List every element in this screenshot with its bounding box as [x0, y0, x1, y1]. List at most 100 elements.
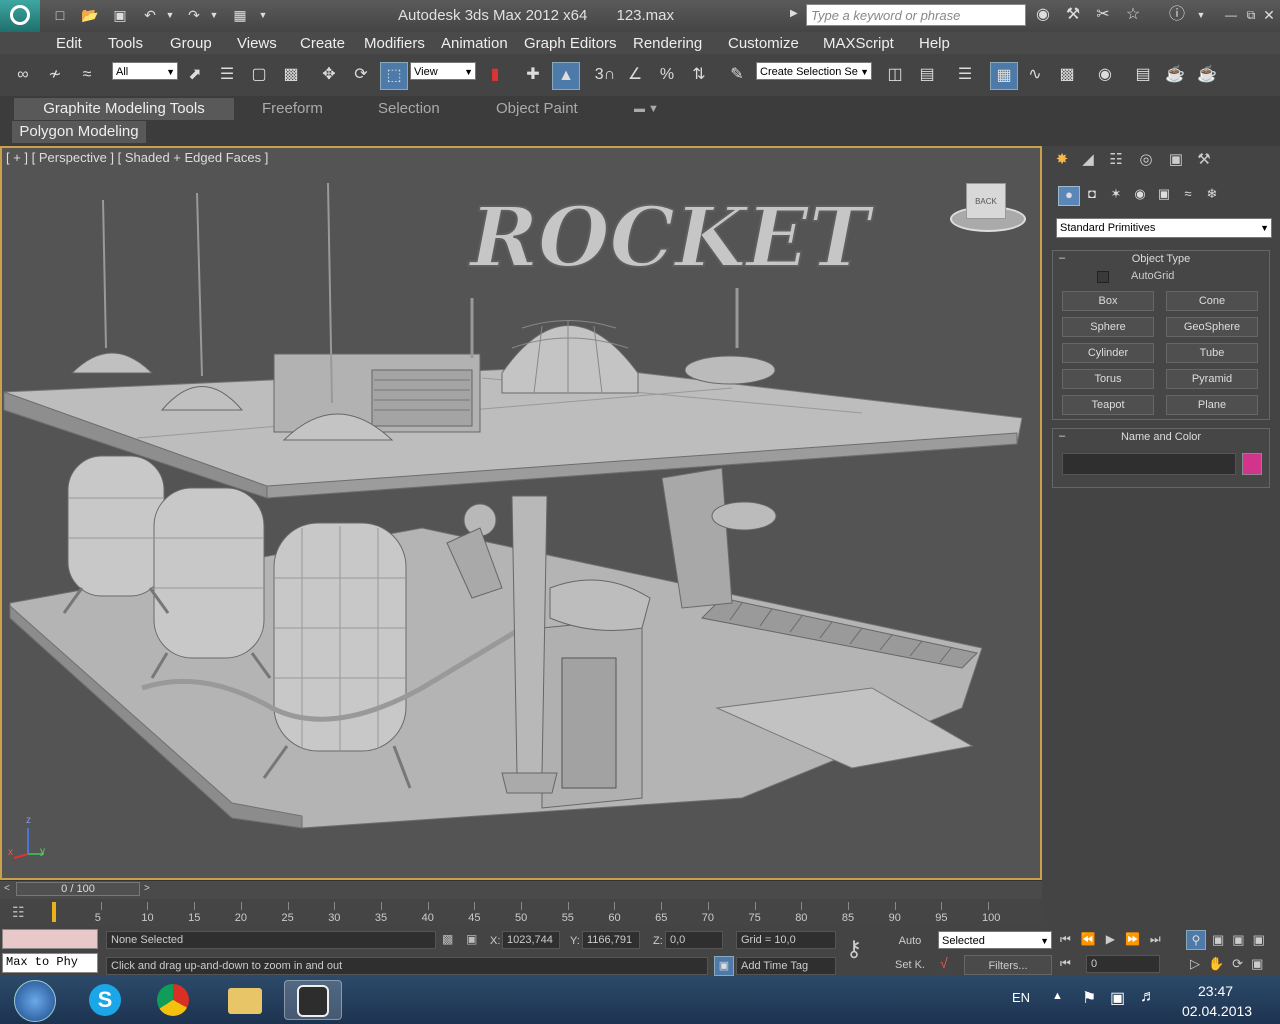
subscription-icon[interactable]: ⚒	[1062, 4, 1084, 26]
project-folder-icon[interactable]: ▦	[230, 6, 250, 24]
layer-manager-icon[interactable]: ☰	[952, 62, 978, 88]
cone-button[interactable]: Cone	[1166, 291, 1258, 311]
snaps-toggle-icon[interactable]: 3∩	[590, 62, 620, 88]
app-menu-button[interactable]	[0, 0, 40, 32]
time-slider-thumb[interactable]: 0 / 100	[16, 882, 140, 896]
selection-lock-icon[interactable]: ▩	[442, 932, 453, 946]
edit-named-selection-icon[interactable]: ✎	[724, 62, 750, 88]
cameras-icon[interactable]: ◉	[1130, 186, 1150, 204]
viewcube[interactable]: BACK	[966, 183, 1006, 219]
spinner-snap-icon[interactable]: ⇅	[686, 62, 712, 88]
graphite-toggle-icon[interactable]: ▦	[990, 62, 1018, 90]
space-warps-icon[interactable]: ≈	[1178, 186, 1198, 204]
tube-button[interactable]: Tube	[1166, 343, 1258, 363]
lights-icon[interactable]: ✶	[1106, 186, 1126, 204]
auto-key-button[interactable]: Auto	[886, 931, 934, 951]
select-and-move-icon[interactable]: ✥	[316, 62, 342, 88]
keyboard-shortcut-override-icon[interactable]: ▲	[552, 62, 580, 90]
primitive-category-dropdown[interactable]: Standard Primitives ▼	[1056, 218, 1272, 238]
time-slider-next-icon[interactable]: >	[144, 883, 150, 894]
menu-views[interactable]: Views	[237, 35, 277, 52]
tab-object-paint[interactable]: Object Paint	[496, 98, 578, 120]
mirror-icon[interactable]: ◫	[882, 62, 908, 88]
open-file-icon[interactable]: 📂	[80, 6, 100, 24]
volume-icon[interactable]: ♬	[1140, 988, 1156, 1006]
plane-button[interactable]: Plane	[1166, 395, 1258, 415]
clock-time[interactable]: 23:47	[1198, 983, 1233, 999]
shapes-icon[interactable]: ◘	[1082, 186, 1102, 204]
pivot-center-icon[interactable]: ▮	[482, 62, 508, 88]
menu-graph-editors[interactable]: Graph Editors	[524, 35, 617, 52]
favorites-star-icon[interactable]: ☆	[1122, 4, 1144, 26]
absolute-mode-icon[interactable]: ▣	[466, 932, 477, 946]
network-icon[interactable]: ▣	[1110, 988, 1125, 1008]
box-button[interactable]: Box	[1062, 291, 1154, 311]
show-hidden-icons-icon[interactable]: ▲	[1052, 990, 1063, 1002]
search-input[interactable]: Type a keyword or phrase	[806, 4, 1026, 26]
undo-dropdown-icon[interactable]: ▼	[164, 6, 176, 24]
z-coordinate-field[interactable]: 0,0	[665, 931, 723, 949]
key-filter-dropdown[interactable]: Selected ▼	[938, 931, 1052, 949]
redo-dropdown-icon[interactable]: ▼	[208, 6, 220, 24]
bind-space-warp-icon[interactable]: ≈	[74, 62, 100, 88]
tab-graphite-modeling-tools[interactable]: Graphite Modeling Tools	[14, 98, 234, 120]
set-key-button[interactable]: Set K.	[886, 955, 934, 975]
unlink-icon[interactable]: ≁	[42, 62, 68, 88]
polygon-modeling-panel[interactable]: Polygon Modeling	[12, 121, 146, 143]
select-by-name-icon[interactable]: ☰	[214, 62, 240, 88]
menu-group[interactable]: Group	[170, 35, 212, 52]
selection-filter-dropdown[interactable]: All ▼	[112, 62, 178, 80]
x-coordinate-field[interactable]: 1023,744	[502, 931, 560, 949]
chrome-taskbar-button[interactable]	[144, 980, 202, 1020]
start-button[interactable]	[14, 980, 56, 1022]
render-production-icon[interactable]: ☕	[1194, 62, 1220, 88]
y-coordinate-field[interactable]: 1166,791	[582, 931, 640, 949]
systems-icon[interactable]: ❄	[1202, 186, 1222, 204]
communication-center-icon[interactable]: ✂	[1092, 4, 1114, 26]
zoom-all-icons[interactable]: ▣▣▣	[1212, 932, 1273, 948]
time-slider[interactable]	[0, 880, 1042, 899]
zoom-icon[interactable]: ⚲	[1186, 930, 1206, 950]
key-tangent-icon[interactable]: √	[940, 955, 948, 971]
rectangular-selection-icon[interactable]: ▢	[246, 62, 272, 88]
reference-coordinate-dropdown[interactable]: View ▼	[410, 62, 476, 80]
isolate-selection-icon[interactable]: ▣	[714, 956, 734, 976]
save-icon[interactable]: ▣	[110, 6, 130, 24]
object-color-swatch[interactable]	[1242, 453, 1262, 475]
minimize-icon[interactable]: —	[1220, 4, 1242, 26]
render-setup-icon[interactable]: ▤	[1130, 62, 1156, 88]
explorer-taskbar-button[interactable]	[216, 980, 274, 1020]
help-icon[interactable]: ⓘ	[1166, 4, 1188, 26]
geosphere-button[interactable]: GeoSphere	[1166, 317, 1258, 337]
time-slider-prev-icon[interactable]: <	[4, 883, 10, 894]
display-tab-icon[interactable]: ▣	[1164, 150, 1188, 170]
select-and-scale-icon[interactable]: ⬚	[380, 62, 408, 90]
utilities-tab-icon[interactable]: ⚒	[1192, 150, 1216, 170]
select-object-icon[interactable]: ⬈	[182, 62, 208, 88]
clock-date[interactable]: 02.04.2013	[1182, 1003, 1252, 1019]
language-indicator[interactable]: EN	[1012, 990, 1030, 1005]
name-and-color-title[interactable]: Name and Color	[1053, 431, 1269, 443]
geometry-icon[interactable]: ●	[1058, 186, 1080, 206]
set-key-icon[interactable]: ⚷	[846, 936, 862, 962]
script-input[interactable]: Max to Phy	[2, 953, 98, 973]
menu-modifiers[interactable]: Modifiers	[364, 35, 425, 52]
object-name-field[interactable]	[1062, 453, 1236, 475]
help-dropdown-icon[interactable]: ▼	[1190, 4, 1212, 26]
maxscript-listener-mini[interactable]	[2, 929, 98, 949]
playback-controls[interactable]: ⏮⏪▶⏩⏭	[1060, 932, 1171, 947]
schematic-view-icon[interactable]: ▩	[1054, 62, 1080, 88]
pyramid-button[interactable]: Pyramid	[1166, 369, 1258, 389]
perspective-viewport[interactable]: ROCKET	[0, 146, 1042, 880]
key-mode-icon[interactable]: ⏮	[1060, 956, 1071, 971]
named-selection-sets-dropdown[interactable]: Create Selection Se ▼	[756, 62, 872, 80]
align-icon[interactable]: ▤	[914, 62, 940, 88]
search-arrow-icon[interactable]: ▶	[790, 8, 798, 19]
select-and-link-icon[interactable]: ∞	[10, 62, 36, 88]
percent-snap-icon[interactable]: %	[654, 62, 680, 88]
action-center-flag-icon[interactable]: ⚑	[1082, 988, 1096, 1008]
rendered-frame-icon[interactable]: ☕	[1162, 62, 1188, 88]
3dsmax-taskbar-button[interactable]	[284, 980, 342, 1020]
autogrid-checkbox[interactable]	[1097, 271, 1109, 283]
helpers-icon[interactable]: ▣	[1154, 186, 1174, 204]
